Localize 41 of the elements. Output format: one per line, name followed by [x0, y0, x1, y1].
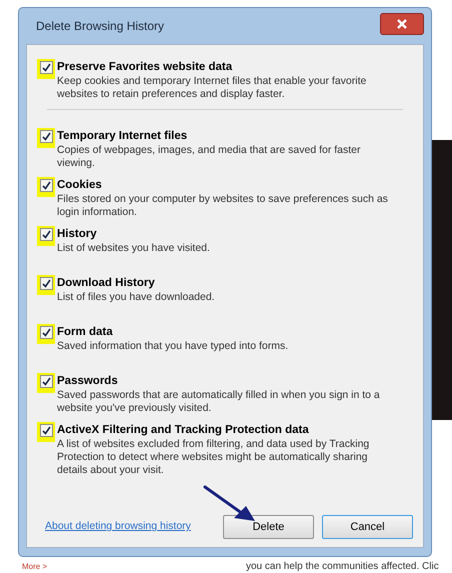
checkmark-icon	[42, 377, 50, 386]
help-link[interactable]: About deleting browsing history	[45, 519, 191, 535]
more-link[interactable]: More >	[22, 562, 48, 572]
option-label: History	[57, 227, 98, 242]
checkmark-icon	[42, 279, 50, 288]
option-description: Files stored on your computer by websites to save preferences such as login information.	[57, 193, 389, 219]
checkbox[interactable]	[37, 226, 55, 246]
checkbox[interactable]	[37, 177, 55, 197]
checkmark-icon	[42, 181, 50, 190]
option-label: Temporary Internet files	[57, 129, 188, 144]
close-button[interactable]	[380, 13, 424, 35]
option-label: Form data	[57, 325, 114, 340]
checkbox[interactable]	[37, 324, 55, 344]
checkmark-icon	[42, 426, 50, 435]
checkmark-icon	[42, 132, 50, 141]
option-description: Copies of webpages, images, and media that are saved for faster viewing.	[57, 144, 362, 170]
option-description: Keep cookies and temporary Internet files that enable your favorite websites to retain preferences and display faster.	[57, 75, 368, 101]
pointer-arrow	[203, 485, 257, 523]
cancel-button[interactable]: Cancel	[322, 515, 413, 539]
window-title: Delete Browsing History	[36, 18, 164, 35]
checkbox[interactable]	[37, 59, 55, 79]
checkmark-icon	[42, 230, 50, 239]
option-description: List of websites you have visited.	[57, 242, 211, 255]
option-description: Saved passwords that are automatically filled in when you sign in to a website you've previously visited.	[57, 389, 381, 415]
checkbox[interactable]	[37, 128, 55, 148]
checkmark-icon	[42, 328, 50, 337]
option-label: Download History	[57, 276, 156, 291]
delete-button[interactable]: Delete	[223, 515, 314, 539]
checkbox[interactable]	[37, 275, 55, 295]
option-description: Saved information that you have typed into forms.	[57, 340, 290, 353]
option-description: A list of websites excluded from filtering, and data used by Tracking Protection to detect where websites might be automatically sharing details about your visit.	[57, 438, 370, 477]
option-label: Passwords	[57, 374, 119, 389]
page-text: you can help the communities affected. Clic	[246, 561, 439, 573]
option-description: List of files you have downloaded.	[57, 291, 216, 304]
close-icon	[397, 19, 407, 29]
option-label: Cookies	[57, 178, 103, 193]
checkbox[interactable]	[37, 422, 55, 442]
option-label: ActiveX Filtering and Tracking Protection data	[57, 423, 310, 438]
option-label: Preserve Favorites website data	[57, 60, 234, 75]
checkbox[interactable]	[37, 373, 55, 393]
checkmark-icon	[42, 63, 50, 72]
